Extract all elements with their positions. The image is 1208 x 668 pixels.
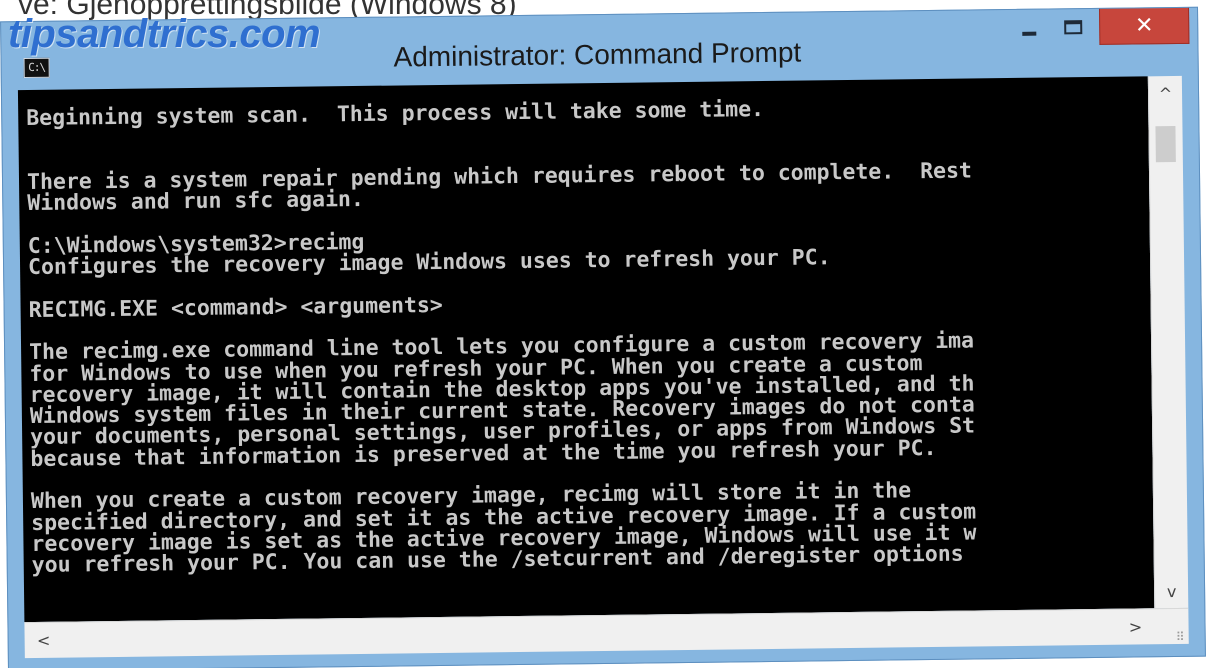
resize-grip-icon[interactable]: ⠿ xyxy=(1176,630,1185,644)
close-button[interactable]: ✕ xyxy=(1099,7,1190,45)
scroll-left-arrow-icon[interactable]: < xyxy=(28,623,58,657)
vertical-scrollbar[interactable]: ^ v xyxy=(1147,75,1189,609)
maximize-icon xyxy=(1064,20,1083,35)
console-icon[interactable]: C:\ xyxy=(23,57,50,79)
minimize-button[interactable] xyxy=(1007,10,1051,47)
console-text: Beginning system scan. This process will… xyxy=(26,97,977,579)
command-prompt-window[interactable]: C:\ Administrator: Command Prompt ✕ Begi… xyxy=(0,6,1206,668)
scroll-down-arrow-icon[interactable]: v xyxy=(1155,576,1188,606)
minimize-icon xyxy=(1022,31,1037,36)
screenshot-stage: ve: Gjenopprettingsbilde (Windows 8) C:\… xyxy=(0,0,1208,668)
window-title: Administrator: Command Prompt xyxy=(393,36,802,73)
close-icon: ✕ xyxy=(1134,12,1154,38)
maximize-button[interactable] xyxy=(1051,9,1095,46)
scroll-up-arrow-icon[interactable]: ^ xyxy=(1149,78,1182,108)
vertical-scroll-thumb[interactable] xyxy=(1155,125,1176,163)
console-output[interactable]: Beginning system scan. This process will… xyxy=(17,76,1155,623)
scroll-right-arrow-icon[interactable]: > xyxy=(1120,609,1150,643)
watermark-logo: tipsandtrics.com xyxy=(8,12,321,56)
